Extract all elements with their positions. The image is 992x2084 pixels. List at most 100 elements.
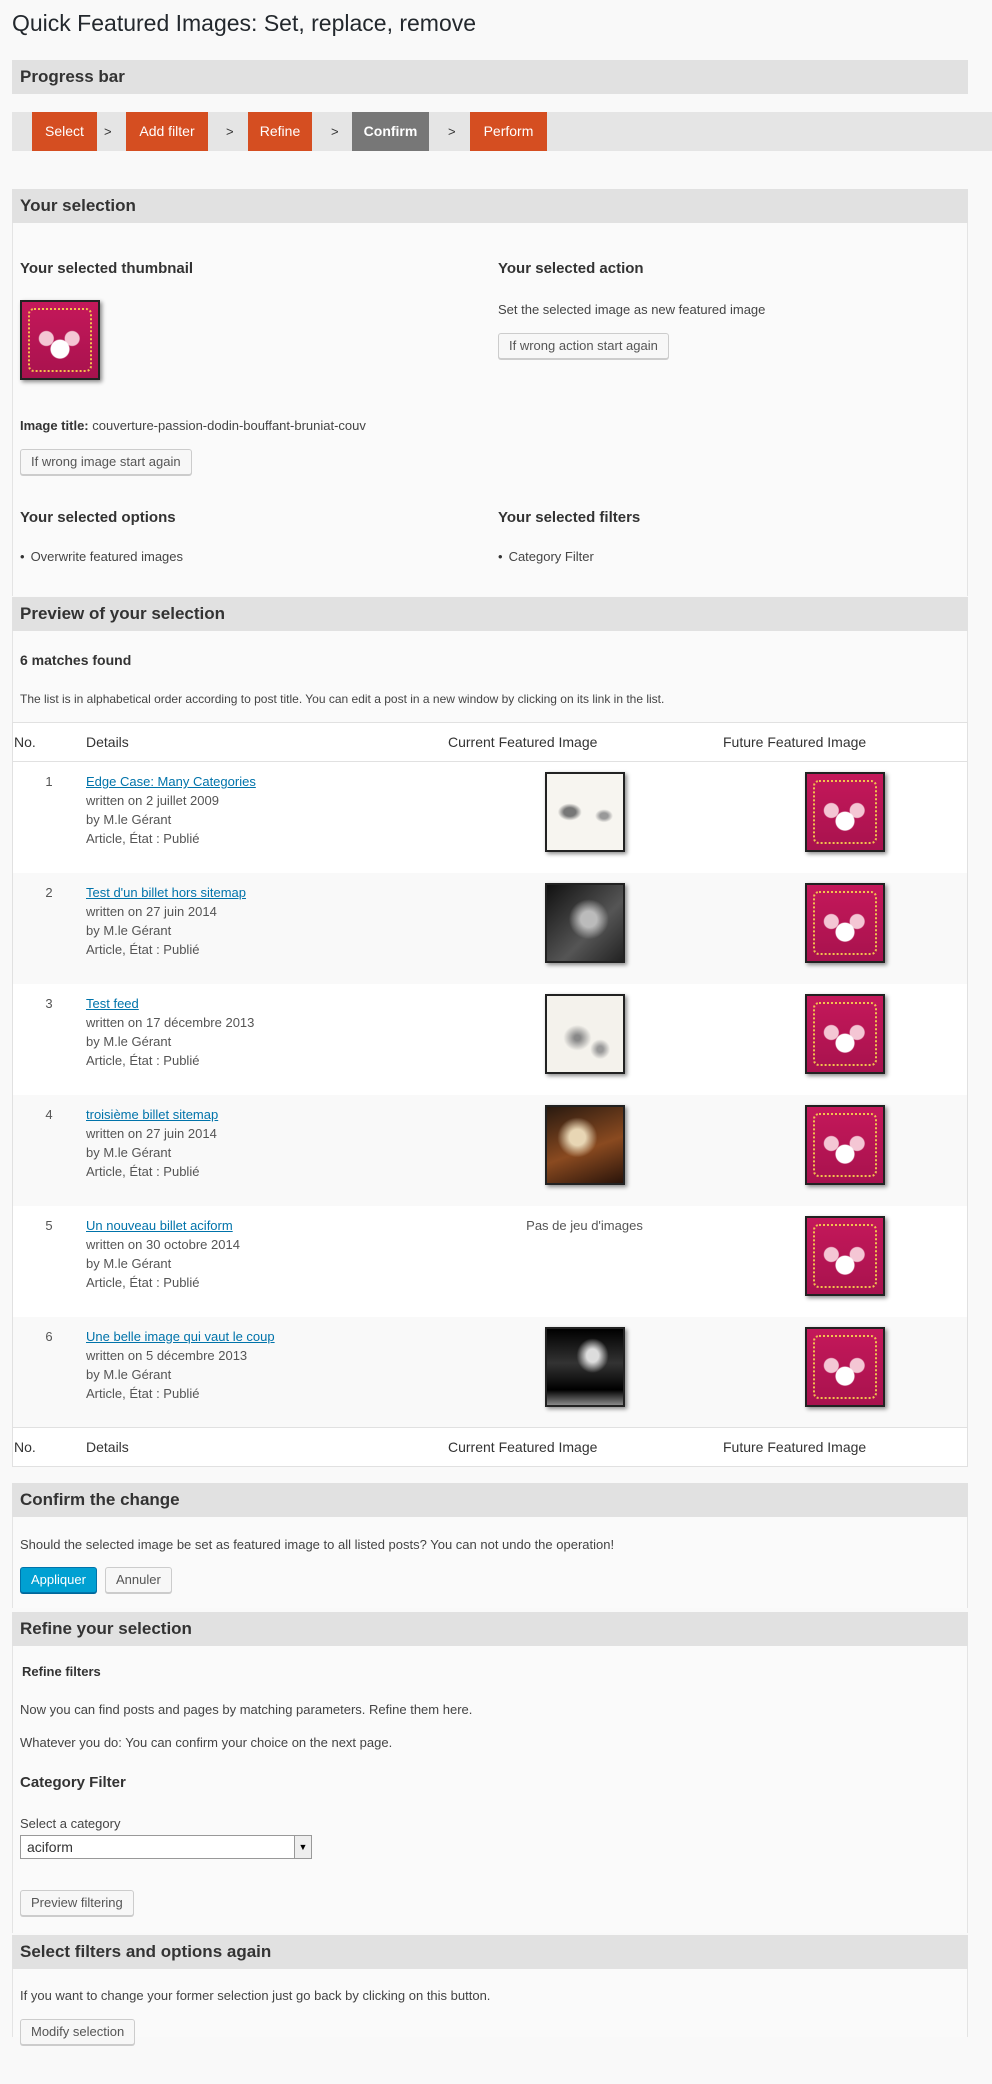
post-link[interactable]: Une belle image qui vaut le coup [86,1329,275,1344]
selected-options-heading: Your selected options [20,509,176,526]
post-author: by M.le Gérant [86,812,172,827]
post-author: by M.le Gérant [86,1033,172,1049]
step-confirm: Confirm [352,112,429,151]
selected-thumbnail-heading: Your selected thumbnail [20,260,194,277]
category-filter-heading: Category Filter [20,1774,126,1791]
confirm-heading: Confirm the change [12,1483,968,1517]
row-details: Test feed written on 17 décembre 2013 by… [85,984,447,1095]
current-thumbnail [544,993,625,1074]
column-details: Details [85,1427,447,1467]
step-perform[interactable]: Perform [470,112,547,151]
table-header-row: No. Details Current Featured Image Futur… [12,722,968,762]
future-thumbnail [804,1104,885,1185]
step-add-filter[interactable]: Add filter [126,112,208,151]
refine-text-2: Whatever you do: You can confirm your ch… [20,1735,393,1750]
preview-note: The list is in alphabetical order accord… [20,692,665,706]
select-again-panel [12,1969,968,2037]
step-separator: > [448,124,456,139]
row-number: 3 [45,995,53,1011]
future-image-cell [722,1095,968,1206]
post-link[interactable]: Test d'un billet hors sitemap [86,885,246,900]
selection-panel [12,223,968,596]
wrong-action-button[interactable]: If wrong action start again [498,333,669,359]
post-link[interactable]: Test feed [86,996,139,1011]
current-thumbnail [544,1326,625,1407]
post-link[interactable]: troisième billet sitemap [86,1107,218,1122]
post-status: Article, État : Publié [86,941,200,957]
refine-heading: Refine your selection [12,1612,968,1646]
option-item: Overwrite featured images [20,549,183,564]
apply-button[interactable]: Appliquer [20,1567,97,1593]
post-date: written on 5 décembre 2013 [86,1347,248,1363]
current-image-cell [447,1095,722,1206]
future-image-cell [722,762,968,873]
selected-filters-heading: Your selected filters [498,509,641,526]
table-row: 1 Edge Case: Many Categories written on … [12,761,968,873]
table-row: 2 Test d'un billet hors sitemap written … [12,872,968,984]
column-current-image: Current Featured Image [447,722,722,762]
category-select[interactable]: aciform ▼ [20,1835,312,1859]
table-row: 5 Un nouveau billet aciform written on 3… [12,1205,968,1317]
post-date: written on 27 juin 2014 [86,903,217,919]
row-details: Un nouveau billet aciform written on 30 … [85,1206,447,1317]
category-select-value: aciform [27,1839,73,1855]
post-date: written on 30 octobre 2014 [86,1236,240,1252]
filter-item: Category Filter [498,549,594,564]
image-title-value: couverture-passion-dodin-bouffant-brunia… [92,418,366,433]
future-thumbnail [804,772,885,852]
step-refine[interactable]: Refine [248,112,312,151]
column-future-image: Future Featured Image [722,722,968,762]
refine-filters-subheading: Refine filters [22,1664,101,1679]
post-date: written on 2 juillet 2009 [86,793,219,808]
selected-action-heading: Your selected action [498,260,644,277]
column-no: No. [12,722,85,762]
progress-steps: Select > Add filter > Refine Confirm > P… [12,112,992,151]
future-image-cell [722,873,968,984]
refine-text-1: Now you can find posts and pages by matc… [20,1702,473,1717]
modify-selection-button[interactable]: Modify selection [20,2019,136,2045]
current-image-cell [447,1317,722,1428]
selected-thumbnail-image [20,300,100,380]
row-number: 6 [45,1328,53,1344]
current-thumbnail [544,882,625,963]
row-number: 2 [45,884,53,900]
future-thumbnail [804,1326,885,1407]
future-thumbnail [804,1215,885,1296]
future-image-cell [722,1206,968,1317]
column-details: Details [85,722,447,762]
wrong-image-button[interactable]: If wrong image start again [20,449,192,475]
matches-count: 6 matches found [20,652,132,668]
post-status: Article, État : Publié [86,1163,200,1179]
row-details: Edge Case: Many Categories written on 2 … [85,762,447,873]
step-separator: > [104,124,112,139]
your-selection-heading: Your selection [12,189,968,223]
post-status: Article, État : Publié [86,831,200,846]
post-link[interactable]: Edge Case: Many Categories [86,774,256,789]
results-table: No. Details Current Featured Image Futur… [12,722,968,1467]
post-date: written on 27 juin 2014 [86,1125,217,1141]
table-footer-row: No. Details Current Featured Image Futur… [12,1427,968,1467]
post-status: Article, État : Publié [86,1274,200,1290]
step-select[interactable]: Select [32,112,97,151]
post-status: Article, État : Publié [86,1052,200,1068]
select-again-heading: Select filters and options again [12,1935,968,1969]
post-author: by M.le Gérant [86,1255,172,1271]
post-author: by M.le Gérant [86,922,172,938]
column-no: No. [12,1427,85,1467]
confirm-panel [12,1517,968,1608]
image-title-line: Image title: couverture-passion-dodin-bo… [20,418,366,433]
no-image-text: Pas de jeu d'images [526,1217,643,1233]
preview-filtering-button[interactable]: Preview filtering [20,1890,134,1916]
cancel-button[interactable]: Annuler [105,1567,172,1593]
category-select-label: Select a category [20,1816,121,1831]
table-row: 6 Une belle image qui vaut le coup writt… [12,1316,968,1428]
column-current-image: Current Featured Image [447,1427,722,1467]
row-details: Test d'un billet hors sitemap written on… [85,873,447,984]
post-author: by M.le Gérant [86,1144,172,1160]
table-row: 4 troisième billet sitemap written on 27… [12,1094,968,1206]
post-link[interactable]: Un nouveau billet aciform [86,1218,233,1233]
chevron-down-icon[interactable]: ▼ [294,1836,311,1858]
current-image-cell: Pas de jeu d'images [447,1206,722,1317]
row-number: 1 [45,774,53,789]
table-row: 3 Test feed written on 17 décembre 2013 … [12,983,968,1095]
